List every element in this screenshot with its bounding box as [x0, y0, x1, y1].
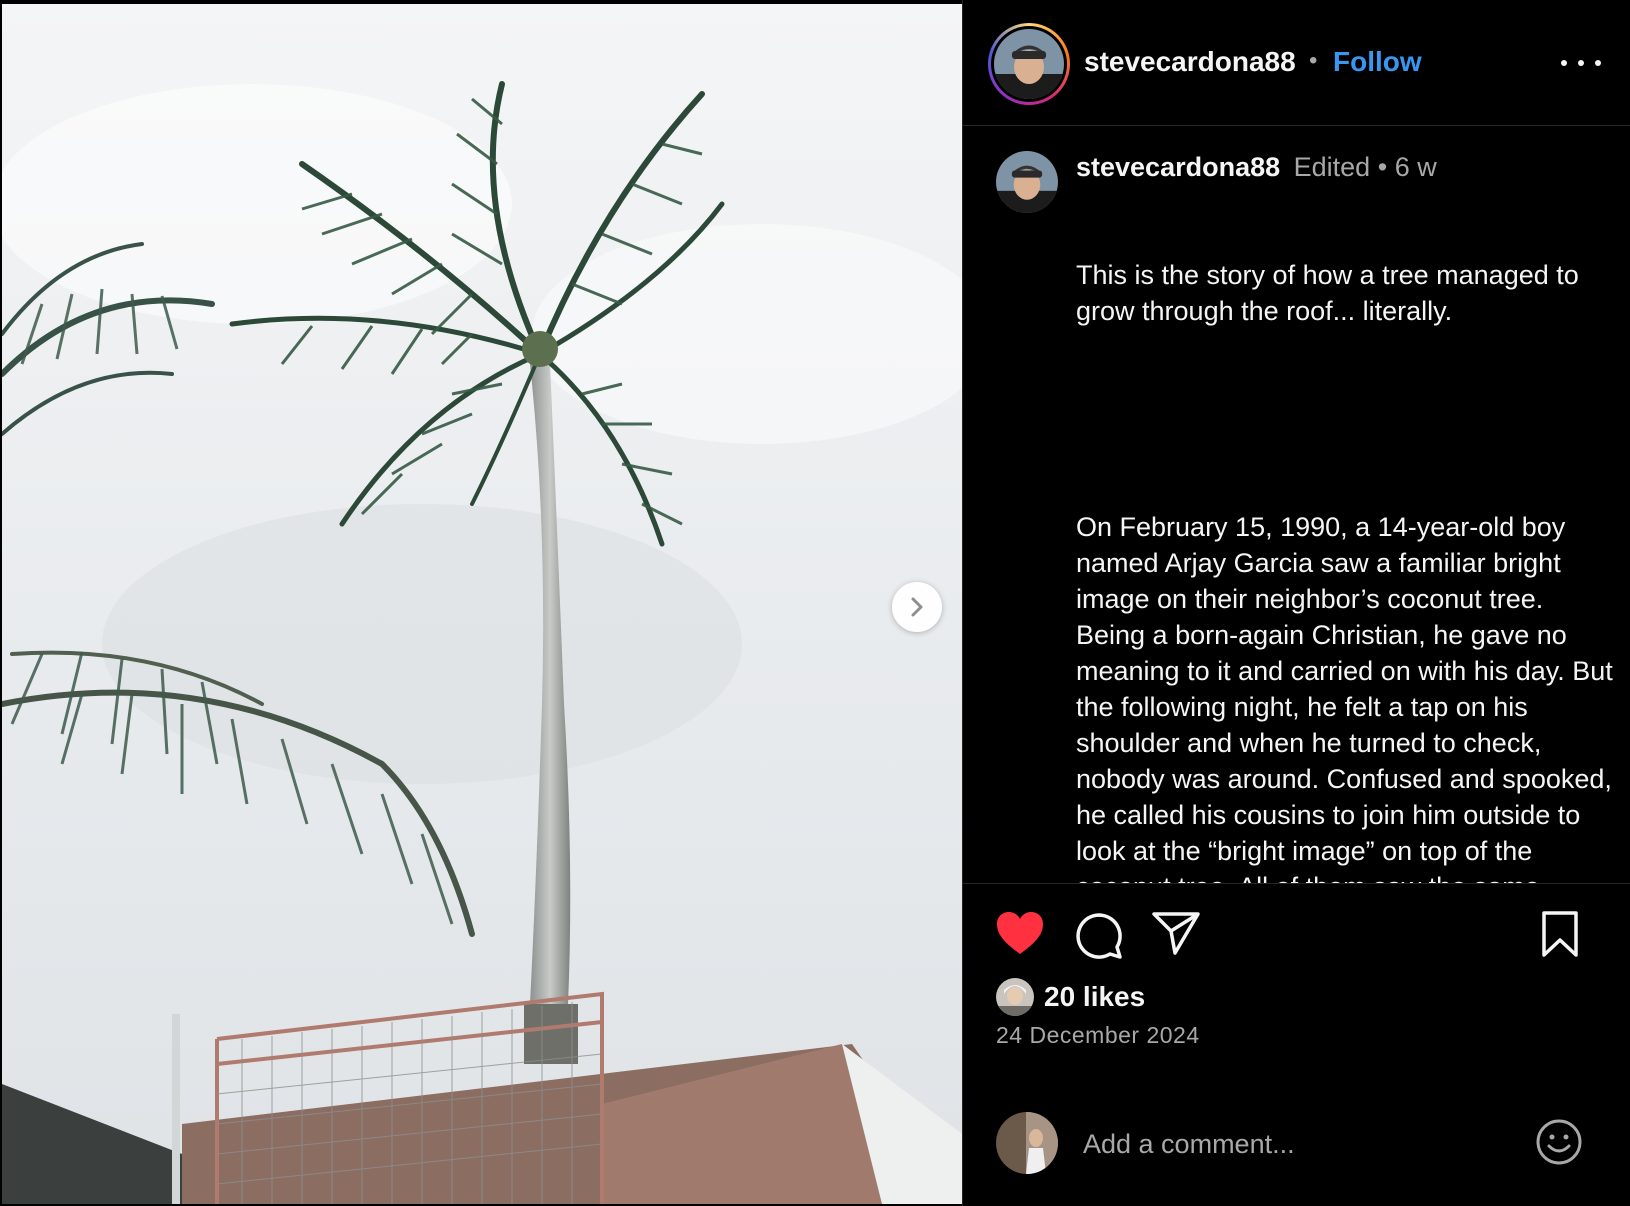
- story-ring[interactable]: [988, 23, 1070, 105]
- post-photo: [2, 4, 962, 1204]
- post-age[interactable]: 6 w: [1395, 152, 1437, 182]
- caption-paragraph: This is the story of how a tree managed …: [1076, 260, 1587, 326]
- post-details-panel: stevecardona88 • Follow stevecardona88 E…: [962, 0, 1630, 1206]
- more-dot-icon: [1578, 60, 1584, 66]
- post-date: 24 December 2024: [996, 1022, 1200, 1048]
- bookmark-icon[interactable]: [1539, 910, 1581, 958]
- post-header: stevecardona88 • Follow: [963, 0, 1630, 126]
- author-avatar: [994, 29, 1064, 99]
- caption-body: stevecardona88 Edited • 6 w This is the …: [1076, 149, 1616, 883]
- current-user-avatar: [996, 1112, 1058, 1174]
- heart-icon[interactable]: [995, 910, 1045, 956]
- likes-row[interactable]: 20 likes: [996, 977, 1145, 1017]
- header-username[interactable]: stevecardona88: [1084, 46, 1296, 78]
- caption-header: stevecardona88 Edited • 6 w: [1076, 149, 1616, 185]
- caption-section[interactable]: stevecardona88 Edited • 6 w This is the …: [963, 127, 1630, 883]
- comment-bar: [963, 1100, 1630, 1186]
- follow-button[interactable]: Follow: [1333, 46, 1422, 78]
- caption-username[interactable]: stevecardona88: [1076, 152, 1280, 182]
- more-dot-icon: [1561, 60, 1567, 66]
- edited-label: Edited: [1293, 152, 1371, 182]
- divider: [963, 883, 1630, 884]
- likes-count[interactable]: 20 likes: [1044, 981, 1145, 1013]
- header-separator: •: [1309, 47, 1318, 74]
- caption-separator: •: [1377, 152, 1388, 182]
- more-options-button[interactable]: [1561, 48, 1601, 78]
- share-icon[interactable]: [1151, 910, 1201, 956]
- comment-icon[interactable]: [1073, 910, 1123, 960]
- liker-avatar: [996, 978, 1034, 1016]
- more-dot-icon: [1595, 60, 1601, 66]
- caption-paragraph: On February 15, 1990, a 14-year-old boy …: [1076, 512, 1613, 883]
- caption-author-avatar[interactable]: [996, 151, 1058, 213]
- emoji-icon[interactable]: [1535, 1118, 1583, 1166]
- chevron-right-icon: [911, 597, 923, 617]
- palm-tree-photo: [2, 4, 962, 1204]
- caption-text: This is the story of how a tree managed …: [1076, 185, 1616, 883]
- next-photo-button[interactable]: [892, 582, 942, 632]
- add-comment-input[interactable]: [1083, 1122, 1503, 1166]
